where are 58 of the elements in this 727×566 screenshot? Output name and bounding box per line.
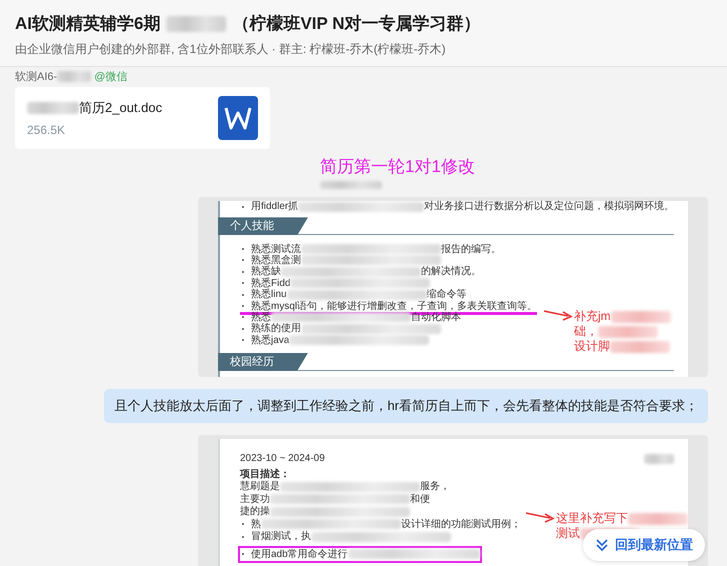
resume-text: 缩命令等 [426,289,467,300]
file-card[interactable]: 简历2_out.doc 256.5K [15,87,270,149]
resume-text: 熟悉黑盒测 [251,254,301,266]
blurred-text [166,16,226,32]
resume-text: 捷的操 [240,506,270,518]
resume-text: 的解决情况。 [421,266,481,278]
resume-text: 自动化脚本 [411,312,461,323]
blurred-text [610,310,671,322]
jump-to-latest-button[interactable]: 回到最新位置 [583,529,705,561]
blurred-text [610,340,670,352]
annotation-text: 补充jm [574,309,611,324]
resume-text: 熟悉linu [251,289,287,300]
resume-text: 冒烟测试，执 [251,531,311,542]
annotation-text: 测试 [556,526,580,541]
arrow-icon [526,511,556,523]
annotation-text: 础， [574,324,598,339]
resume-text: 熟悉 [251,312,271,323]
blurred-text [628,512,688,524]
chat-subtitle: 由企业微信用户创建的外部群, 含1位外部联系人 · 群主: 柠檬班-乔木(柠檬班-乔木) [15,41,447,58]
double-chevron-icon [595,538,609,552]
message-text: 简历第一轮1对1修改 [320,156,475,178]
annotation-text: 设计脚 [574,339,610,354]
resume-text: 熟悉缺 [251,266,281,278]
resume-text: 熟悉java [251,334,290,346]
resume-text: 报告的编写。 [441,244,501,255]
blurred-text [598,326,658,338]
resume-text: 熟悉mysql语句，能够进行增删改查，子查询，多表关联查询等。 [251,300,538,312]
document-icon [218,96,258,140]
chat-title: （柠檬班VIP N对一专属学习群） [232,13,481,35]
date-range: 2023-10 ~ 2024-09 [240,453,325,464]
resume-text: 熟 [251,518,261,530]
annotation-text: 这里补充写下 [556,511,628,526]
file-name: 简历2_out.doc [79,99,162,117]
sender-name: 软测AI6- [15,70,58,84]
resume-text: 使用adb常用命令进行 [251,548,348,560]
resume-text: 熟练的使用 [251,323,301,334]
resume-text: 熟悉测试流 [251,244,301,255]
resume-text: 服务， [420,481,450,492]
arrow-icon [544,309,574,321]
section-heading: 校园经历 [218,352,308,371]
blurred-text [27,102,79,114]
resume-text: 主要功 [240,494,270,505]
message-bubble: 且个人技能放太后面了，调整到工作经验之前，hr看简历自上而下，会先看整体的技能是否符合要求； [104,389,708,423]
resume-text: 用fiddler抓 [251,201,298,212]
blurred-text [57,70,92,82]
resume-text: 熟悉Fidd [251,278,290,289]
resume-text: 对业务接口进行数据分析以及定位问题，模拟弱网环境。 [424,201,674,212]
sender-tag: @微信 [94,68,128,84]
resume-text: 慧刷题是 [240,481,280,492]
document-screenshot[interactable]: 用fiddler抓 对业务接口进行数据分析以及定位问题，模拟弱网环境。 个人技能 熟悉测试流 报告的编写。 熟悉黑盒测 熟悉缺 的解决情况。 熟悉Fidd 熟悉linu 缩命令等 熟悉mysql语句，能够进行增删改查，子查询，多表关联查询等。 熟悉 自动化脚本 熟练的使用 熟悉java 校园经历 补充jm 础， 设计脚 [198,197,708,377]
blurred-text [320,181,382,189]
file-size: 256.5K [27,123,66,137]
blurred-text [644,454,674,464]
field-label: 项目描述： [240,468,290,480]
section-heading: 个人技能 [218,217,308,236]
resume-text: 设计详细的功能测试用例； [401,518,521,530]
resume-text: 和便 [410,494,430,505]
chat-title: AI软测精英辅学6期 [15,13,160,35]
